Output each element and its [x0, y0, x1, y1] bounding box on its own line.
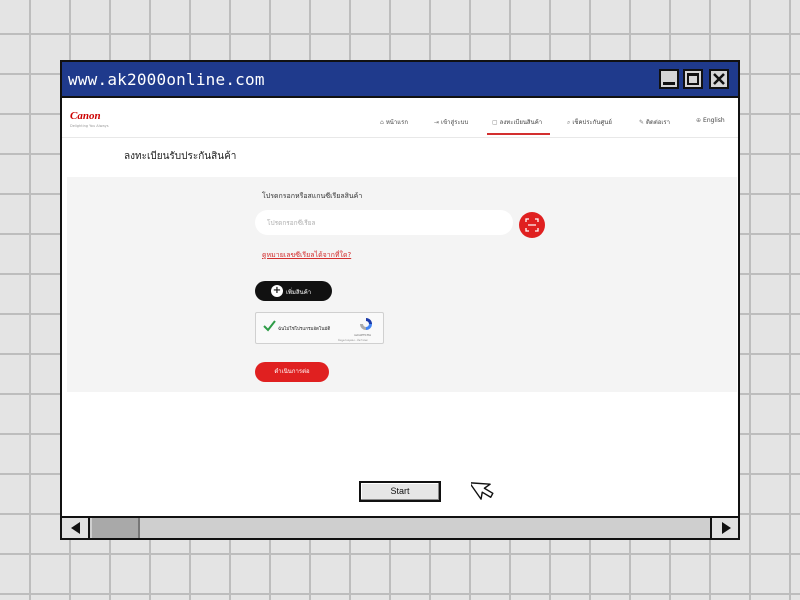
maximize-icon[interactable] — [683, 69, 703, 89]
nav-english-label: English — [703, 117, 725, 124]
scan-button[interactable] — [519, 212, 545, 238]
site-header: Canon Delighting You Always ⌂ หน้าแรก ⇥ เข… — [62, 100, 738, 138]
nav-warranty-label: เช็คประกันศูนย์ — [572, 119, 612, 126]
continue-button[interactable]: ดำเนินการต่อ — [255, 362, 329, 382]
globe-icon: ⊕ — [696, 117, 702, 124]
recaptcha-brand: reCAPTCHA — [354, 333, 372, 337]
nav-warranty-check[interactable]: ⌕ เช็คประกันศูนย์ — [567, 117, 612, 127]
scroll-thumb[interactable] — [92, 518, 140, 538]
checkmark-icon[interactable] — [262, 319, 276, 333]
recaptcha-label: ฉันไม่ใช่โปรแกรมอัตโนมัติ — [278, 327, 331, 332]
add-product-label: เพิ่มสินค้า — [286, 289, 312, 296]
minimize-icon[interactable] — [659, 69, 679, 89]
nav-register[interactable]: ▢ ลงทะเบียนสินค้า — [492, 117, 542, 127]
nav-contact[interactable]: ✎ ติดต่อเรา — [639, 117, 670, 127]
title-bar: www.ak2000online.com — [62, 62, 738, 98]
canon-logo[interactable]: Canon — [70, 110, 101, 122]
scroll-left-button[interactable] — [62, 518, 90, 538]
recaptcha-widget[interactable]: ฉันไม่ใช่โปรแกรมอัตโนมัติ reCAPTCHA ข้อม… — [255, 312, 384, 344]
recaptcha-logo-icon — [360, 318, 372, 330]
serial-help-link[interactable]: ดูหมายเลขซีเรียลได้จากที่ใด? — [262, 250, 351, 261]
plus-icon: + — [271, 285, 283, 297]
nav-login-label: เข้าสู่ระบบ — [441, 119, 469, 126]
search-icon: ⌕ — [567, 119, 571, 126]
nav-contact-label: ติดต่อเรา — [646, 119, 670, 126]
cursor-arrow-icon — [471, 482, 494, 500]
serial-label: โปรดกรอกหรือสแกนซีเรียลสินค้า — [262, 192, 363, 200]
nav-active-indicator — [487, 133, 550, 135]
nav-home-label: หน้าแรก — [385, 119, 408, 126]
add-product-button[interactable]: + เพิ่มสินค้า — [255, 281, 332, 301]
browser-window: www.ak2000online.com Canon Delighting Yo… — [60, 60, 740, 540]
home-icon: ⌂ — [380, 119, 384, 126]
horizontal-scrollbar[interactable] — [62, 516, 738, 538]
arrow-left-icon — [71, 522, 80, 534]
logo-tagline: Delighting You Always — [70, 124, 109, 128]
page-title: ลงทะเบียนรับประกันสินค้า — [124, 151, 237, 162]
nav-home[interactable]: ⌂ หน้าแรก — [380, 117, 408, 127]
scroll-right-button[interactable] — [710, 518, 738, 538]
recaptcha-terms[interactable]: ข้อมูลส่วนบุคคล - ข้อกำหนด — [338, 339, 368, 343]
url-text: www.ak2000online.com — [68, 70, 265, 89]
login-icon: ⇥ — [434, 119, 440, 126]
web-page: Canon Delighting You Always ⌂ หน้าแรก ⇥ เข… — [62, 100, 738, 516]
nav-register-label: ลงทะเบียนสินค้า — [499, 119, 543, 126]
close-icon[interactable] — [709, 69, 729, 89]
arrow-right-icon — [722, 522, 731, 534]
chat-icon: ✎ — [639, 119, 645, 126]
serial-input[interactable] — [255, 210, 513, 235]
register-icon: ▢ — [492, 119, 498, 126]
start-button[interactable]: Start — [359, 481, 441, 502]
nav-english[interactable]: ⊕ English — [696, 117, 725, 124]
scan-icon — [525, 218, 539, 232]
nav-login[interactable]: ⇥ เข้าสู่ระบบ — [434, 117, 468, 127]
